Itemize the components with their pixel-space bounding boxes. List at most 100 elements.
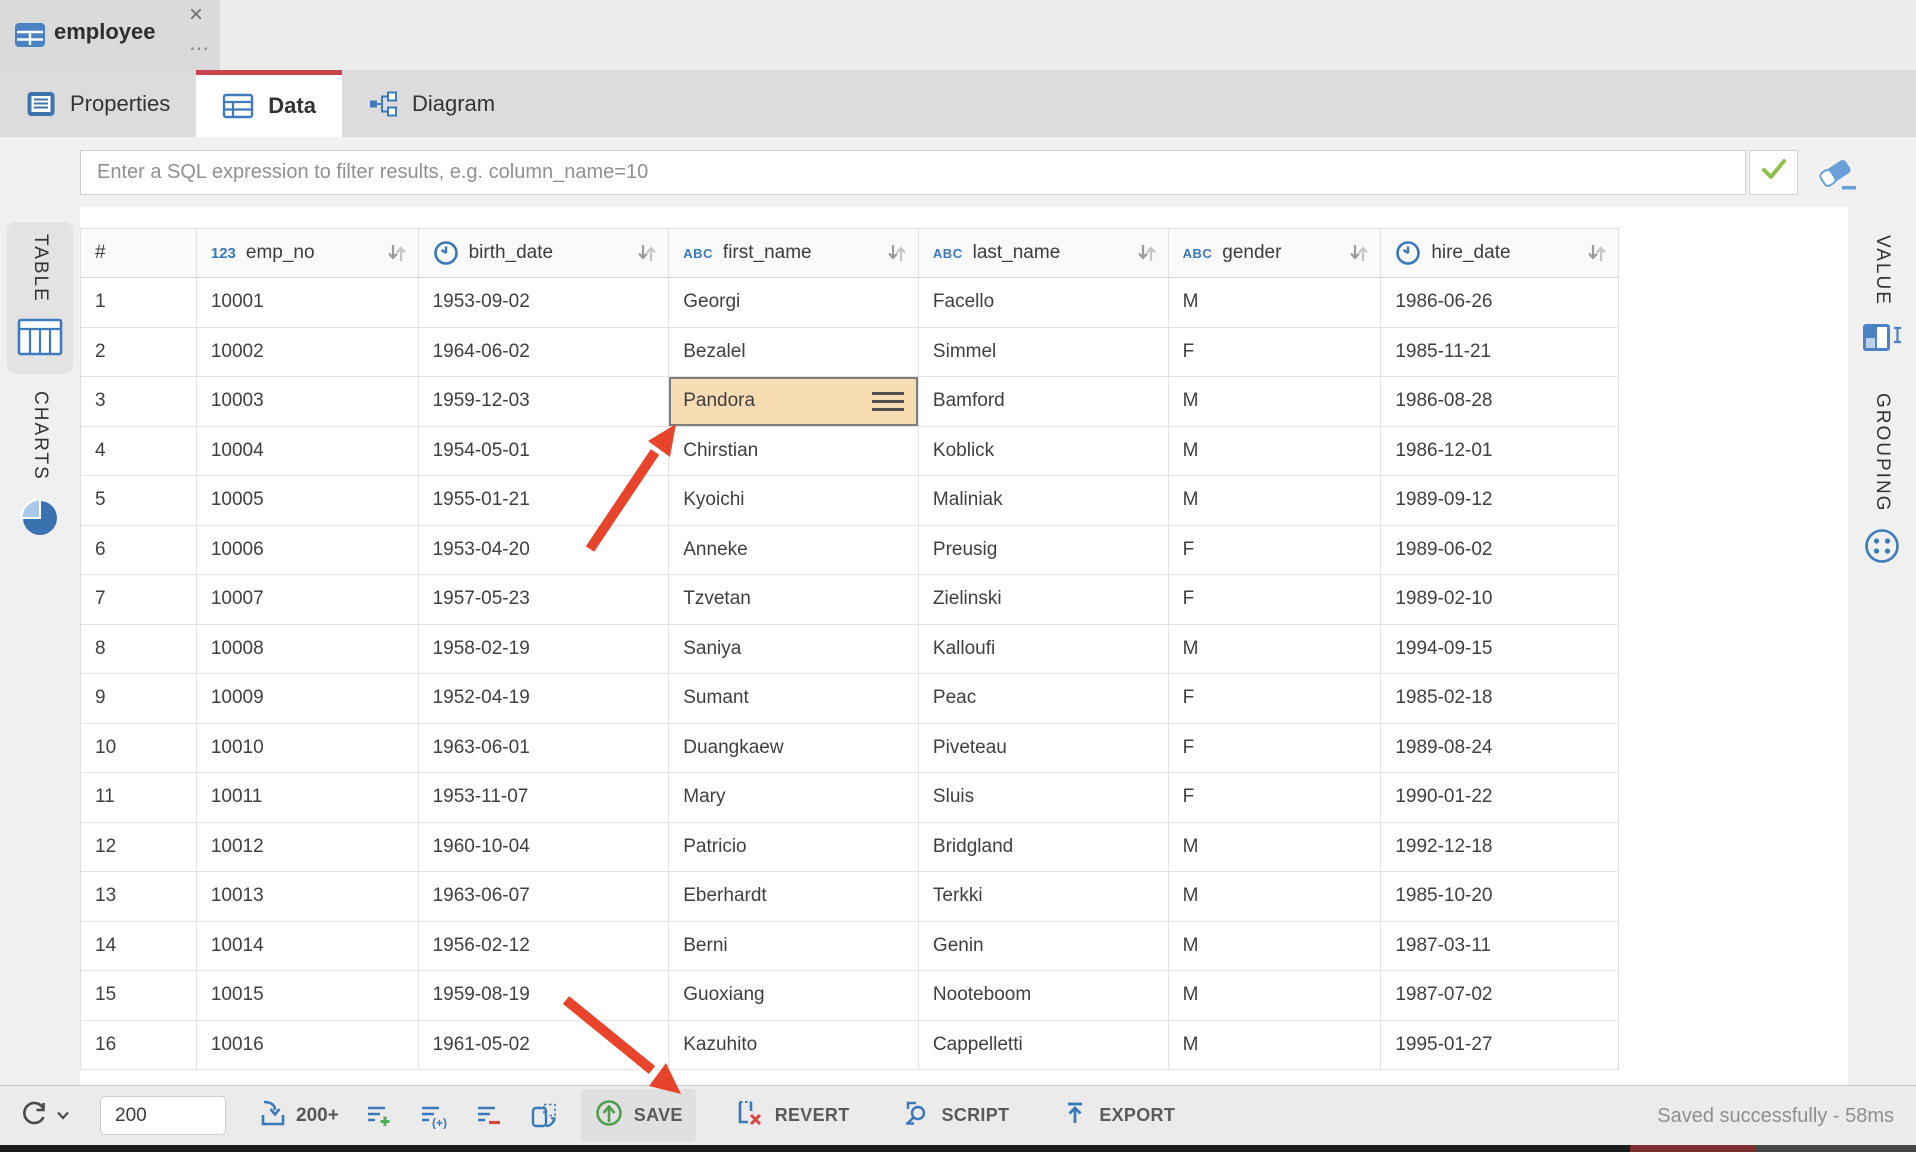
cell-birth-date[interactable]: 1960-10-04: [419, 823, 670, 872]
cell-last-name[interactable]: Nooteboom: [919, 971, 1169, 1020]
table-row[interactable]: 13 10013 1963-06-07 Eberhardt Terkki M 1…: [81, 872, 1618, 922]
cell-birth-date[interactable]: 1953-11-07: [419, 773, 670, 822]
cell-hire-date[interactable]: 1985-02-18: [1381, 674, 1618, 723]
cell-hire-date[interactable]: 1990-01-22: [1381, 773, 1618, 822]
cell-last-name[interactable]: Sluis: [919, 773, 1169, 822]
cell-emp-no[interactable]: 10011: [197, 773, 419, 822]
table-row[interactable]: 8 10008 1958-02-19 Saniya Kalloufi M 199…: [81, 625, 1618, 675]
panel-tab-charts[interactable]: CHARTS: [7, 391, 73, 544]
cell-emp-no[interactable]: 10015: [197, 971, 419, 1020]
cell-birth-date[interactable]: 1959-08-19: [419, 971, 670, 1020]
cell-birth-date[interactable]: 1958-02-19: [419, 625, 670, 674]
cell-first-name[interactable]: Kyoichi: [669, 476, 919, 525]
row-number-cell[interactable]: 3: [81, 377, 197, 426]
duplicate-row-button[interactable]: (+): [419, 1103, 449, 1129]
cell-last-name[interactable]: Koblick: [919, 427, 1169, 476]
row-number-cell[interactable]: 5: [81, 476, 197, 525]
cell-gender[interactable]: M: [1169, 625, 1382, 674]
row-number-header[interactable]: #: [81, 229, 197, 277]
row-number-cell[interactable]: 10: [81, 724, 197, 773]
cell-emp-no[interactable]: 10002: [197, 328, 419, 377]
table-row[interactable]: 11 10011 1953-11-07 Mary Sluis F 1990-01…: [81, 773, 1618, 823]
cell-last-name[interactable]: Peac: [919, 674, 1169, 723]
delete-row-button[interactable]: [475, 1103, 503, 1129]
cell-emp-no[interactable]: 10010: [197, 724, 419, 773]
cell-first-name[interactable]: Sumant: [669, 674, 919, 723]
cell-hire-date[interactable]: 1985-11-21: [1381, 328, 1618, 377]
tab-diagram[interactable]: Diagram: [342, 70, 521, 137]
row-number-cell[interactable]: 12: [81, 823, 197, 872]
panel-tab-value[interactable]: VALUE: [1861, 235, 1903, 361]
cell-gender[interactable]: M: [1169, 377, 1382, 426]
cell-hire-date[interactable]: 1995-01-27: [1381, 1021, 1618, 1070]
cell-last-name[interactable]: Kalloufi: [919, 625, 1169, 674]
cell-hire-date[interactable]: 1985-10-20: [1381, 872, 1618, 921]
table-row[interactable]: 5 10005 1955-01-21 Kyoichi Maliniak M 19…: [81, 476, 1618, 526]
cell-last-name[interactable]: Zielinski: [919, 575, 1169, 624]
cell-birth-date[interactable]: 1963-06-07: [419, 872, 670, 921]
cell-emp-no[interactable]: 10016: [197, 1021, 419, 1070]
row-number-cell[interactable]: 16: [81, 1021, 197, 1070]
column-header-emp-no[interactable]: 123 emp_no: [197, 229, 419, 277]
column-header-birth-date[interactable]: birth_date: [419, 229, 670, 277]
sync-record-button[interactable]: [529, 1102, 559, 1130]
table-row[interactable]: 16 10016 1961-05-02 Kazuhito Cappelletti…: [81, 1021, 1618, 1071]
column-header-first-name[interactable]: ABC first_name: [669, 229, 919, 277]
cell-emp-no[interactable]: 10013: [197, 872, 419, 921]
cell-emp-no[interactable]: 10012: [197, 823, 419, 872]
apply-filter-button[interactable]: [1749, 150, 1798, 195]
script-button[interactable]: SCRIPT: [889, 1090, 1023, 1141]
row-number-cell[interactable]: 1: [81, 278, 197, 327]
cell-gender[interactable]: F: [1169, 674, 1382, 723]
table-row[interactable]: 3 10003 1959-12-03 Pandora Bamford M 198…: [81, 377, 1618, 427]
cell-first-name[interactable]: Patricio: [669, 823, 919, 872]
cell-first-name[interactable]: Eberhardt: [669, 872, 919, 921]
cell-last-name[interactable]: Simmel: [919, 328, 1169, 377]
cell-first-name[interactable]: Pandora: [669, 377, 919, 426]
cell-last-name[interactable]: Bamford: [919, 377, 1169, 426]
cell-first-name[interactable]: Duangkaew: [669, 724, 919, 773]
cell-birth-date[interactable]: 1955-01-21: [419, 476, 670, 525]
cell-gender[interactable]: F: [1169, 773, 1382, 822]
sort-icon[interactable]: [636, 242, 658, 264]
table-row[interactable]: 10 10010 1963-06-01 Duangkaew Piveteau F…: [81, 724, 1618, 774]
cell-last-name[interactable]: Facello: [919, 278, 1169, 327]
cell-gender[interactable]: M: [1169, 427, 1382, 476]
column-header-last-name[interactable]: ABC last_name: [919, 229, 1169, 277]
sql-filter-input[interactable]: [80, 150, 1746, 195]
tab-properties[interactable]: Properties: [0, 70, 196, 137]
cell-last-name[interactable]: Genin: [919, 922, 1169, 971]
cell-hire-date[interactable]: 1987-03-11: [1381, 922, 1618, 971]
cell-hire-date[interactable]: 1989-08-24: [1381, 724, 1618, 773]
save-button[interactable]: SAVE: [581, 1089, 696, 1142]
table-row[interactable]: 4 10004 1954-05-01 Chirstian Koblick M 1…: [81, 427, 1618, 477]
cell-hire-date[interactable]: 1989-06-02: [1381, 526, 1618, 575]
cell-last-name[interactable]: Piveteau: [919, 724, 1169, 773]
revert-button[interactable]: REVERT: [722, 1090, 863, 1141]
cell-hire-date[interactable]: 1986-08-28: [1381, 377, 1618, 426]
sort-icon[interactable]: [1586, 242, 1608, 264]
cell-first-name[interactable]: Anneke: [669, 526, 919, 575]
row-number-cell[interactable]: 9: [81, 674, 197, 723]
table-row[interactable]: 6 10006 1953-04-20 Anneke Preusig F 1989…: [81, 526, 1618, 576]
panel-tab-table[interactable]: TABLE: [7, 222, 73, 374]
row-number-cell[interactable]: 8: [81, 625, 197, 674]
cell-birth-date[interactable]: 1959-12-03: [419, 377, 670, 426]
clear-filter-button[interactable]: [1812, 154, 1864, 201]
cell-birth-date[interactable]: 1963-06-01: [419, 724, 670, 773]
cell-gender[interactable]: M: [1169, 872, 1382, 921]
cell-emp-no[interactable]: 10001: [197, 278, 419, 327]
table-row[interactable]: 1 10001 1953-09-02 Georgi Facello M 1986…: [81, 278, 1618, 328]
cell-gender[interactable]: F: [1169, 526, 1382, 575]
cell-hire-date[interactable]: 1994-09-15: [1381, 625, 1618, 674]
cell-first-name[interactable]: Tzvetan: [669, 575, 919, 624]
cell-birth-date[interactable]: 1961-05-02: [419, 1021, 670, 1070]
cell-gender[interactable]: F: [1169, 328, 1382, 377]
row-number-cell[interactable]: 4: [81, 427, 197, 476]
cell-hire-date[interactable]: 1986-06-26: [1381, 278, 1618, 327]
cell-gender[interactable]: M: [1169, 971, 1382, 1020]
sort-icon[interactable]: [1348, 242, 1370, 264]
column-header-hire-date[interactable]: hire_date: [1381, 229, 1618, 277]
sort-icon[interactable]: [1136, 242, 1158, 264]
sort-icon[interactable]: [386, 242, 408, 264]
